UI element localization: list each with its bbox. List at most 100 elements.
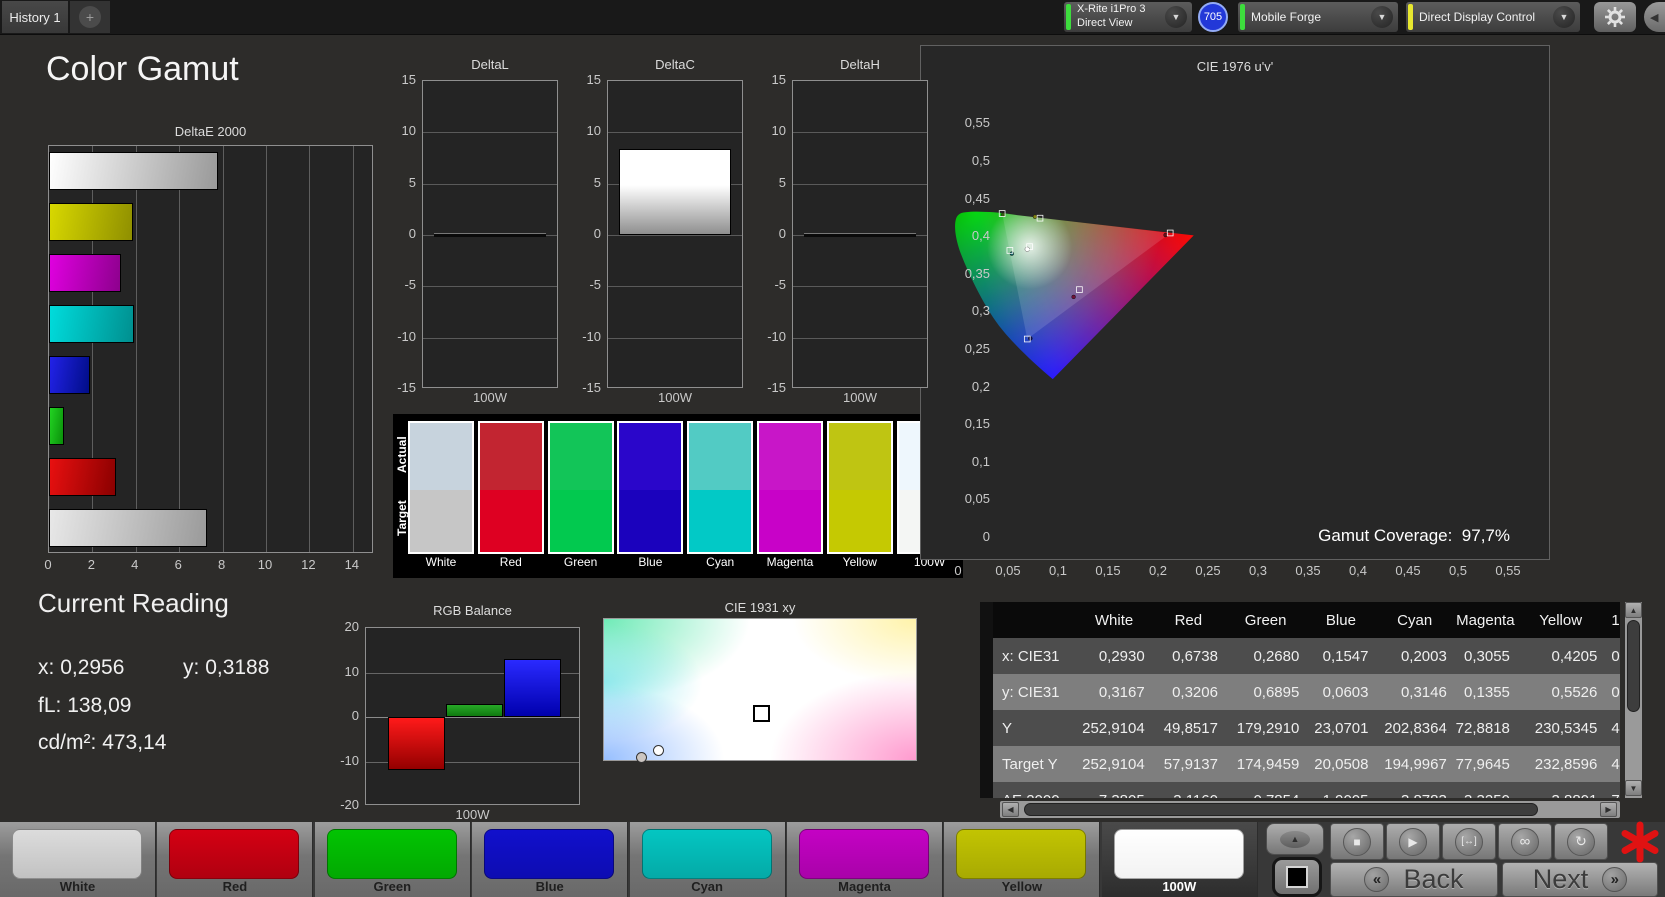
cie1931-actual-marker	[652, 744, 664, 756]
back-label: Back	[1403, 864, 1464, 894]
vertical-scroll-thumb[interactable]	[1627, 620, 1640, 712]
grid-line	[793, 337, 927, 339]
tab-history-1[interactable]: History 1	[2, 1, 68, 33]
rgb-balance-x-label: 100W	[455, 807, 490, 822]
patch-button-white[interactable]: White	[0, 822, 156, 897]
stop-pattern-button[interactable]	[1272, 857, 1322, 897]
patch-button-yellow[interactable]: Yellow	[944, 822, 1101, 897]
collapse-panel-button[interactable]: ◀	[1644, 2, 1665, 32]
table-cell: 7,3805	[1076, 782, 1152, 798]
swatch-blue[interactable]	[617, 421, 684, 554]
chevron-down-icon: ▼	[1165, 6, 1187, 28]
reading-cdm2: cd/m²: 473,14	[38, 731, 167, 754]
table-cell: 0,2930	[1076, 638, 1152, 674]
table-cell: 49,8517	[1151, 710, 1225, 746]
table-cell: 7,3	[1604, 782, 1620, 798]
back-arrow-icon: ◀	[1650, 11, 1659, 24]
grid-line	[423, 183, 557, 185]
patch-label: White	[59, 879, 96, 894]
patch-swatch	[956, 829, 1087, 879]
patch-button-cyan[interactable]: Cyan	[629, 822, 786, 897]
cie-x-tick: 0	[954, 563, 962, 578]
swatch-label: Magenta	[766, 555, 814, 569]
x-tick: 14	[344, 557, 360, 572]
delta-chart-deltal	[422, 80, 558, 388]
measure-stop-button[interactable]: ■	[1330, 823, 1384, 860]
patch-button-magenta[interactable]: Magenta	[787, 822, 943, 897]
patch-button-red[interactable]: Red	[157, 822, 314, 897]
rgb-y-tick: 10	[344, 663, 359, 679]
display-control-dropdown[interactable]: Direct Display Control ▼	[1406, 2, 1580, 32]
add-tab-button[interactable]: +	[70, 1, 110, 33]
table-cell: 72,8818	[1453, 710, 1517, 746]
y-tick: 0	[408, 225, 416, 241]
rgb-y-tick: -10	[340, 752, 359, 768]
settings-button[interactable]	[1594, 2, 1636, 32]
next-chevrons-icon: »	[1602, 867, 1628, 892]
cie-y-tick: 0,4	[971, 228, 990, 244]
swatch-target	[619, 490, 682, 552]
y-tick: 15	[771, 72, 786, 87]
measure-play-button[interactable]: ▶	[1386, 823, 1440, 860]
cie-y-tick: 0,1	[971, 453, 990, 469]
scroll-down-button[interactable]: ▼	[1625, 780, 1642, 796]
row-label: Y	[993, 710, 1077, 746]
display-status-stripe	[1408, 4, 1413, 30]
swatch-magenta[interactable]	[757, 421, 823, 554]
rgb-balance-chart	[365, 627, 580, 805]
table-cell: 0,3055	[1453, 638, 1517, 674]
pattern-source-dropdown[interactable]: Mobile Forge ▼	[1238, 2, 1398, 32]
patch-swatch	[169, 829, 300, 879]
cie1931-target-marker	[752, 704, 770, 722]
horizontal-scroll-thumb[interactable]	[1024, 803, 1538, 816]
next-button[interactable]: Next »	[1502, 862, 1658, 897]
table-row: y: CIE31 0,3167 0,3206 0,6895 0,0603 0,3146 0,…	[993, 674, 1620, 710]
patch-label: Blue	[535, 879, 564, 894]
grid-line	[179, 146, 181, 552]
meter-count-badge[interactable]: 705	[1198, 2, 1228, 32]
table-cell: 230,5345	[1516, 710, 1605, 746]
table-cell: 57,9137	[1151, 746, 1225, 782]
scroll-right-button[interactable]: ▶	[1600, 802, 1617, 817]
table-cell: 0,2003	[1375, 638, 1454, 674]
swatch-green[interactable]	[547, 421, 614, 554]
deltae-bar-green	[49, 407, 65, 445]
table-cell: 202,8364	[1375, 710, 1454, 746]
patch-button-100w[interactable]: 100W	[1101, 822, 1258, 897]
meter-dropdown[interactable]: X-Rite i1Pro 3 Direct View ▼	[1064, 2, 1192, 32]
table-column-header	[993, 602, 1077, 638]
delta-chart-deltah	[792, 80, 928, 388]
swatch-white[interactable]	[408, 421, 474, 554]
grid-line	[222, 146, 224, 552]
current-reading-title: Current Reading	[38, 588, 229, 618]
cie1931-title: CIE 1931 xy	[724, 600, 796, 615]
measure-refresh-button[interactable]: ↻	[1554, 823, 1608, 860]
reading-y: y: 0,3188	[183, 656, 270, 679]
y-tick: -15	[767, 379, 786, 395]
grid-line	[423, 337, 557, 339]
expand-panel-button[interactable]: ▲	[1266, 823, 1324, 855]
swatch-label: White	[425, 555, 457, 569]
table-cell: 0,0603	[1306, 674, 1376, 710]
table-cell: 3,8783	[1375, 782, 1454, 798]
swatch-actual	[549, 423, 612, 490]
patch-button-green[interactable]: Green	[314, 822, 471, 897]
swatch-yellow[interactable]	[826, 421, 893, 554]
row-label: ΔE 2000	[993, 782, 1077, 798]
scroll-left-button[interactable]: ◀	[1002, 802, 1019, 817]
swatch-cyan[interactable]	[687, 421, 754, 554]
patch-button-blue[interactable]: Blue	[472, 822, 629, 897]
measure-continuous-button[interactable]: ∞	[1498, 823, 1552, 860]
cie-x-tick: 0,05	[995, 563, 1021, 578]
swatch-actual	[689, 423, 752, 490]
pattern-source-label: Mobile Forge	[1251, 9, 1322, 24]
back-button[interactable]: « Back	[1330, 862, 1498, 897]
table-cell: 0,2680	[1224, 638, 1307, 674]
swatch-red[interactable]	[477, 421, 544, 554]
swatch-label: Cyan	[706, 555, 735, 569]
y-tick: 0	[593, 225, 601, 241]
table-cell: 0,6738	[1151, 638, 1225, 674]
measure-series-button[interactable]: [↔]	[1442, 823, 1496, 860]
delta-chart-x-label: 100W	[658, 390, 692, 405]
scroll-up-button[interactable]: ▲	[1625, 602, 1642, 618]
